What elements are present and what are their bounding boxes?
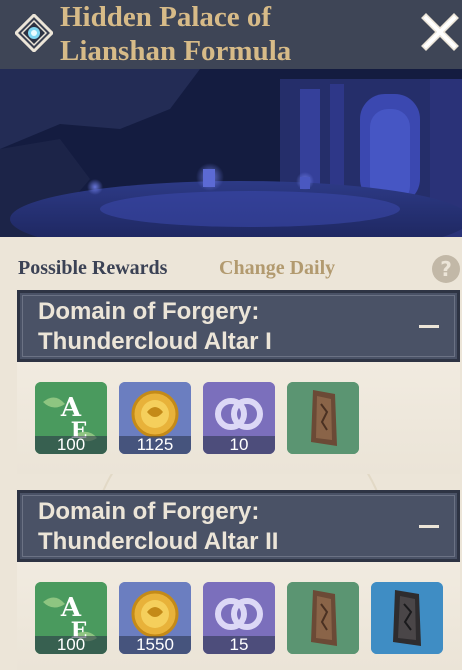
reward-item-adventure-exp[interactable]: A E 100 (35, 382, 107, 454)
header-bar: Hidden Palace of Lianshan Formula (0, 0, 462, 69)
reward-item-fine-enhancement-ore[interactable] (371, 582, 443, 654)
rewards-list-altar-1: A E 100 1125 10 (17, 362, 460, 474)
ore-icon (287, 582, 359, 654)
change-daily-label: Change Daily (219, 257, 336, 279)
reward-item-adventure-exp[interactable]: A E 100 (35, 582, 107, 654)
page-title: Hidden Palace of Lianshan Formula (60, 0, 380, 68)
reward-item-companionship-exp[interactable]: 15 (203, 582, 275, 654)
dark-ore-icon (371, 582, 443, 654)
item-count: 100 (35, 636, 107, 654)
section-title-line-2: Thundercloud Altar I (38, 328, 272, 355)
item-count: 10 (203, 436, 275, 454)
reward-item-companionship-exp[interactable]: 10 (203, 382, 275, 454)
title-line-1: Hidden Palace of (60, 1, 272, 33)
item-count: 1550 (119, 636, 191, 654)
collapse-button[interactable] (409, 513, 449, 541)
minus-icon (419, 525, 439, 528)
close-icon[interactable] (420, 12, 460, 52)
reward-item-mora[interactable]: 1550 (119, 582, 191, 654)
item-count: 15 (203, 636, 275, 654)
title-line-2: Lianshan Formula (60, 35, 292, 67)
reward-item-enhancement-ore[interactable] (287, 582, 359, 654)
help-icon[interactable]: ? (432, 255, 460, 283)
section-title: Domain of Forgery: Thundercloud Altar II (38, 497, 278, 557)
minus-icon (419, 325, 439, 328)
domain-icon (15, 14, 53, 52)
reward-item-mora[interactable]: 1125 (119, 382, 191, 454)
item-count: 100 (35, 436, 107, 454)
section-title-line-2: Thundercloud Altar II (38, 528, 279, 555)
rewards-header: Possible Rewards Change Daily ? (18, 255, 460, 285)
section-header-altar-2[interactable]: Domain of Forgery: Thundercloud Altar II (17, 490, 460, 562)
possible-rewards-label: Possible Rewards (18, 257, 168, 279)
item-count: 1125 (119, 436, 191, 454)
section-title-line-1: Domain of Forgery: (38, 498, 260, 525)
banner-scene (0, 69, 462, 237)
ore-icon (287, 382, 359, 454)
collapse-button[interactable] (409, 313, 449, 341)
section-title: Domain of Forgery: Thundercloud Altar I (38, 297, 272, 357)
section-title-line-1: Domain of Forgery: (38, 298, 260, 325)
section-header-altar-1[interactable]: Domain of Forgery: Thundercloud Altar I (17, 290, 460, 362)
reward-item-enhancement-ore[interactable] (287, 382, 359, 454)
domain-banner-image (0, 69, 462, 237)
rewards-list-altar-2: A E 100 1550 15 (17, 562, 460, 670)
